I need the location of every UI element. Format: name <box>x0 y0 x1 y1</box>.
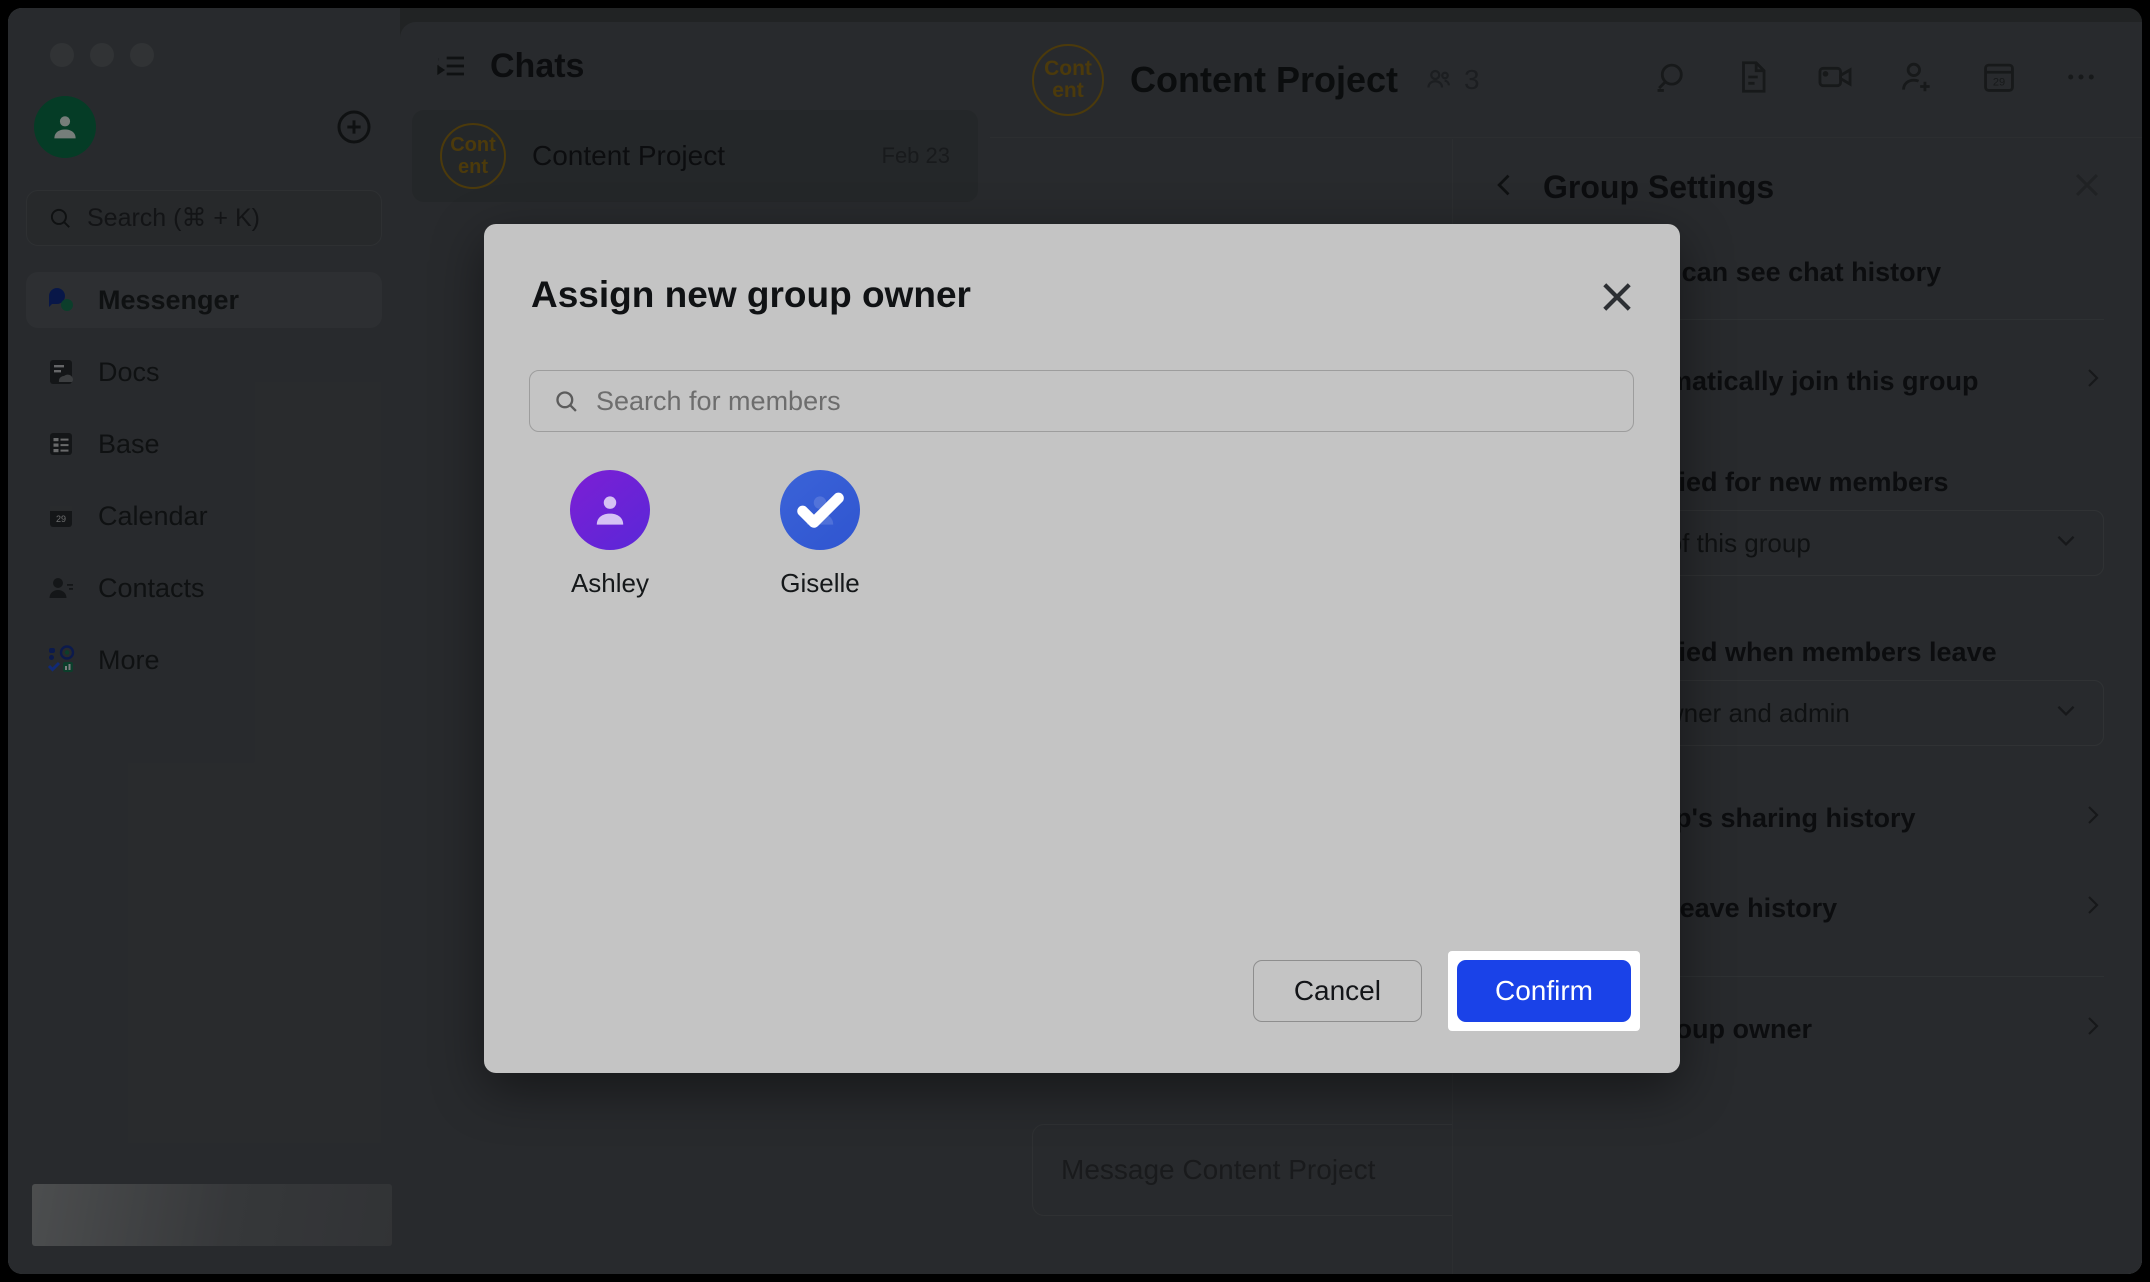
member-list: Ashley Giselle <box>550 470 1640 599</box>
person-icon <box>588 488 632 532</box>
close-icon <box>1596 276 1638 318</box>
search-icon <box>552 387 580 415</box>
assign-new-group-owner-dialog: Assign new group owner Search for member… <box>484 224 1680 1073</box>
member-option-giselle[interactable]: Giselle <box>760 470 880 599</box>
app-window: Search (⌘ + K) Messenger Docs Base <box>8 8 2142 1274</box>
cancel-button[interactable]: Cancel <box>1253 960 1422 1022</box>
member-name: Giselle <box>760 568 880 599</box>
avatar <box>570 470 650 550</box>
member-search-input[interactable]: Search for members <box>529 370 1634 432</box>
dialog-actions: Cancel Confirm <box>1253 951 1640 1031</box>
dialog-title: Assign new group owner <box>531 274 971 316</box>
check-icon <box>794 484 846 536</box>
member-option-ashley[interactable]: Ashley <box>550 470 670 599</box>
member-search-placeholder: Search for members <box>596 386 841 417</box>
confirm-button[interactable]: Confirm <box>1457 960 1631 1022</box>
avatar <box>780 470 860 550</box>
dialog-close-button[interactable] <box>1596 276 1638 323</box>
member-name: Ashley <box>550 568 670 599</box>
confirm-button-highlight: Confirm <box>1448 951 1640 1031</box>
